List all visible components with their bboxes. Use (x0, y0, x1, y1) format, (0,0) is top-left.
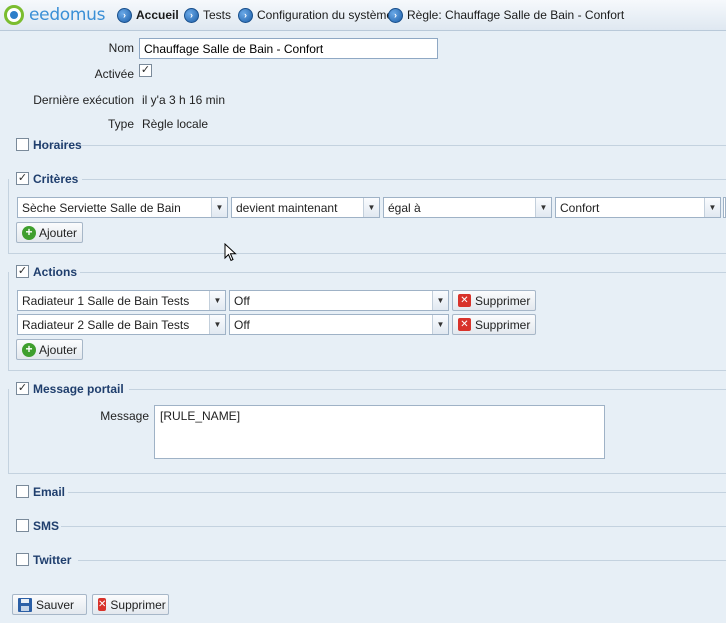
breadcrumb-label: Accueil (136, 8, 179, 22)
section-divider (61, 526, 726, 527)
red-x-icon: ✕ (98, 598, 107, 611)
select-value: devient maintenant (236, 201, 338, 215)
criteres-add-button[interactable]: + Ajouter (16, 222, 84, 243)
email-checkbox[interactable] (16, 485, 29, 498)
plus-circle-icon: + (22, 225, 36, 240)
chevron-down-icon: ▼ (209, 291, 225, 310)
breadcrumb-label: Configuration du système (257, 8, 394, 22)
plus-circle-icon: + (22, 342, 36, 357)
red-x-icon: ✕ (458, 294, 471, 307)
select-value: Sèche Serviette Salle de Bain (22, 201, 181, 215)
section-divider (82, 179, 726, 180)
action-1-device-select[interactable]: Radiateur 1 Salle de Bain Tests ▼ (17, 290, 226, 311)
chevron-down-icon: ▼ (432, 291, 448, 310)
twitter-checkbox[interactable] (16, 553, 29, 566)
circle-arrow-right-icon: › (238, 7, 253, 23)
select-value: égal à (388, 201, 421, 215)
sms-title[interactable]: SMS (33, 519, 59, 533)
action-2-delete-button[interactable]: ✕ Supprimer (452, 314, 537, 335)
select-value: Off (234, 318, 250, 332)
criteres-checkbox[interactable]: ✓ (16, 172, 29, 185)
action-1-value-select[interactable]: Off ▼ (229, 290, 449, 311)
button-label: Supprimer (110, 597, 166, 612)
critere-device-select[interactable]: Sèche Serviette Salle de Bain ▼ (17, 197, 228, 218)
horaires-title[interactable]: Horaires (33, 138, 82, 152)
message-portail-checkbox[interactable]: ✓ (16, 382, 29, 395)
section-divider (129, 389, 726, 390)
logo-text: eedomus (29, 5, 106, 25)
activee-checkbox[interactable]: ✓ (139, 64, 152, 77)
section-divider (8, 253, 726, 254)
select-value: Radiateur 1 Salle de Bain Tests (22, 294, 190, 308)
message-label: Message (100, 409, 149, 423)
button-label: Ajouter (39, 225, 78, 240)
select-value: Confort (560, 201, 600, 215)
action-1-delete-button[interactable]: ✕ Supprimer (452, 290, 537, 311)
section-divider (8, 473, 726, 474)
button-label: Supprimer (475, 293, 531, 308)
nom-input[interactable] (139, 38, 438, 59)
breadcrumb-regle[interactable]: › Règle: Chauffage Salle de Bain - Confo… (388, 7, 624, 23)
section-border (8, 272, 9, 370)
breadcrumb-configuration[interactable]: › Configuration du système (238, 7, 393, 23)
select-value: Radiateur 2 Salle de Bain Tests (22, 318, 190, 332)
critere-operator-select[interactable]: égal à ▼ (383, 197, 552, 218)
chevron-down-icon: ▼ (432, 315, 448, 334)
actions-checkbox[interactable]: ✓ (16, 265, 29, 278)
criteres-title[interactable]: Critères (33, 172, 78, 186)
section-divider (8, 370, 726, 371)
section-divider (68, 492, 726, 493)
save-button[interactable]: Sauver (12, 594, 87, 615)
actions-title[interactable]: Actions (33, 265, 77, 279)
button-label: Ajouter (39, 342, 78, 357)
action-2-value-select[interactable]: Off ▼ (229, 314, 449, 335)
button-label: Supprimer (475, 317, 531, 332)
section-border (8, 389, 9, 473)
type-value: Règle locale (142, 117, 209, 131)
breadcrumb-accueil[interactable]: › Accueil (117, 7, 179, 23)
circle-arrow-right-icon: › (184, 7, 199, 23)
eedomus-logo[interactable]: eedomus (4, 5, 106, 25)
logo-ring-icon (4, 5, 24, 25)
delete-rule-button[interactable]: ✕ Supprimer (92, 594, 169, 615)
chevron-down-icon: ▼ (211, 198, 227, 217)
derniere-execution-value: il y'a 3 h 16 min (142, 93, 225, 107)
button-label: Sauver (36, 597, 75, 612)
breadcrumb-label: Tests (203, 8, 232, 22)
circle-arrow-right-icon: › (388, 7, 403, 23)
breadcrumb-label: Règle: Chauffage Salle de Bain - Confort (407, 8, 625, 22)
type-label: Type (107, 117, 134, 131)
floppy-disk-icon (18, 597, 32, 612)
chevron-down-icon: ▼ (535, 198, 551, 217)
actions-add-button[interactable]: + Ajouter (16, 339, 84, 360)
select-value: Off (234, 294, 250, 308)
horaires-checkbox[interactable] (16, 138, 29, 151)
sms-checkbox[interactable] (16, 519, 29, 532)
email-title[interactable]: Email (33, 485, 65, 499)
critere-value-select[interactable]: Confort ▼ (555, 197, 721, 218)
message-portail-title[interactable]: Message portail (33, 382, 124, 396)
red-x-icon: ✕ (458, 318, 471, 331)
chevron-down-icon: ▼ (704, 198, 720, 217)
section-border (8, 179, 9, 253)
chevron-down-icon: ▼ (363, 198, 379, 217)
top-navigation-bar: eedomus › Accueil › Tests › Configuratio… (0, 0, 726, 31)
twitter-title[interactable]: Twitter (33, 553, 71, 567)
derniere-execution-label: Dernière exécution (33, 93, 134, 107)
action-2-device-select[interactable]: Radiateur 2 Salle de Bain Tests ▼ (17, 314, 226, 335)
nom-label: Nom (108, 41, 134, 55)
section-divider (80, 272, 726, 273)
breadcrumb-tests[interactable]: › Tests (184, 7, 231, 23)
section-divider (78, 560, 726, 561)
critere-condition-select[interactable]: devient maintenant ▼ (231, 197, 380, 218)
chevron-down-icon: ▼ (209, 315, 225, 334)
section-divider (35, 145, 726, 146)
mouse-cursor-icon (224, 243, 237, 262)
circle-arrow-right-icon: › (117, 7, 132, 23)
activee-label: Activée (94, 67, 134, 81)
message-textarea[interactable]: [RULE_NAME] (154, 405, 605, 459)
